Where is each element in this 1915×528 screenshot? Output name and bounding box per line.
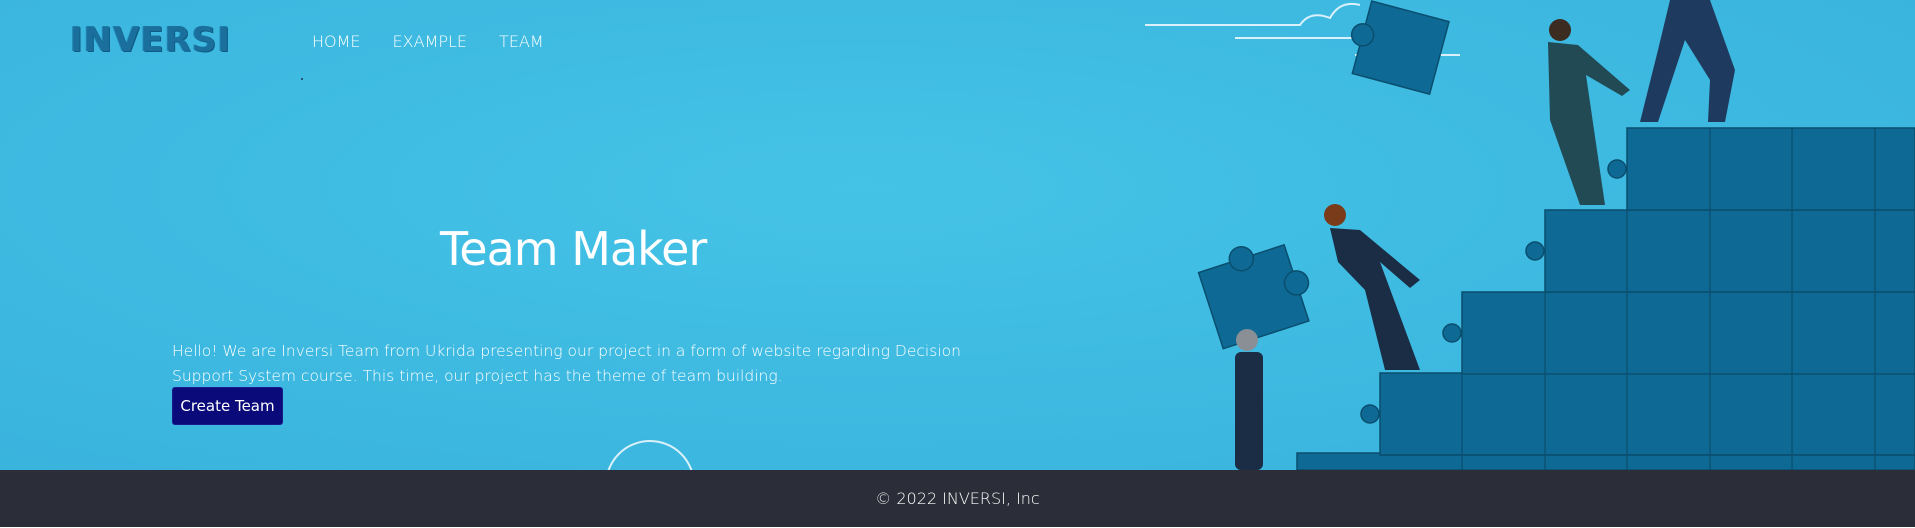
circle-decoration xyxy=(607,440,693,470)
brand-logo[interactable]: INVERSI xyxy=(70,20,231,60)
nav-example-link[interactable]: EXAMPLE xyxy=(393,32,468,51)
hero-description: Hello! We are Inversi Team from Ukrida p… xyxy=(172,341,961,385)
nav-home-link[interactable]: HOME xyxy=(312,32,361,51)
logo-dot-decoration xyxy=(301,78,303,80)
main-nav: HOME EXAMPLE TEAM xyxy=(312,32,544,51)
hero-section: INVERSI HOME EXAMPLE TEAM Team Maker Hel… xyxy=(0,0,1915,470)
footer: © 2022 INVERSI, Inc xyxy=(0,470,1915,527)
page-title: Team Maker xyxy=(440,222,707,276)
footer-copyright: © 2022 INVERSI, Inc xyxy=(875,489,1040,508)
team-puzzle-illustration xyxy=(1197,0,1915,470)
nav-team-link[interactable]: TEAM xyxy=(499,32,544,51)
create-team-button[interactable]: Create Team xyxy=(172,387,283,425)
